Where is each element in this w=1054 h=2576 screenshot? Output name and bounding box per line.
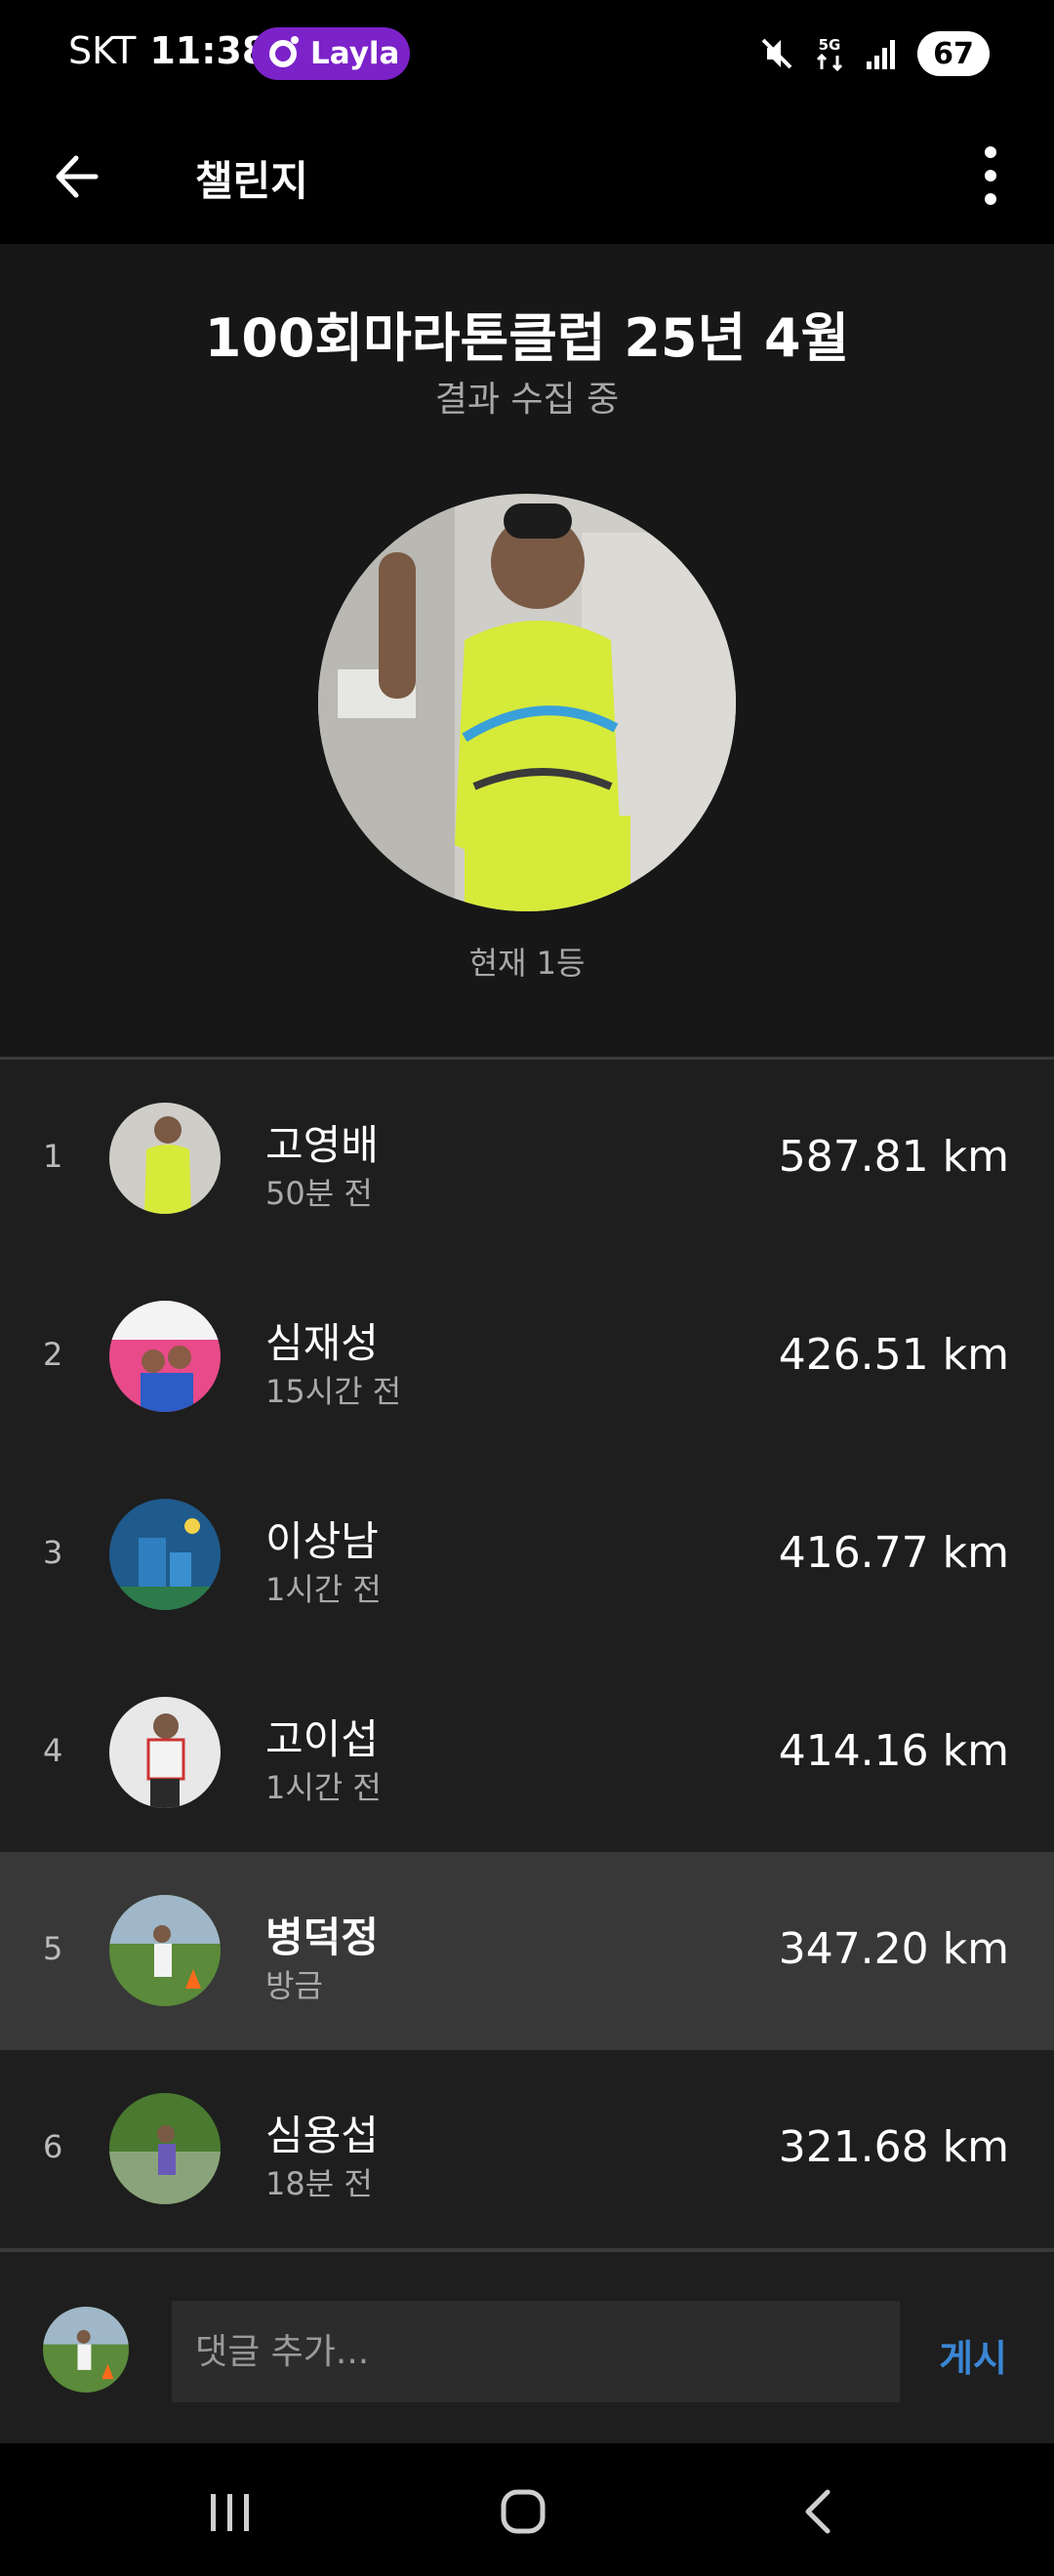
signal-icon <box>867 40 895 69</box>
avatar[interactable] <box>109 1103 221 1214</box>
more-vert-icon[interactable] <box>956 137 1025 215</box>
runner-name: 고영배 <box>265 1121 379 1169</box>
last-updated: 15시간 전 <box>265 1373 402 1410</box>
current-rank: 현재 1등 <box>468 945 586 982</box>
rank-number: 6 <box>43 2128 63 2165</box>
distance-value: 416.77 km <box>778 1528 1009 1578</box>
leaderboard-row[interactable]: 6 심용섭 18분 전 321.68 km <box>0 2050 1054 2248</box>
home-icon[interactable] <box>484 2482 562 2541</box>
challenge-status: 결과 수집 중 <box>434 380 620 420</box>
rank-number: 5 <box>43 1930 63 1967</box>
page-title: 챌린지 <box>195 157 308 205</box>
active-app-pill[interactable]: Layla <box>252 27 410 80</box>
comment-bar: 게시 <box>0 2252 1054 2443</box>
avatar[interactable] <box>109 1301 221 1412</box>
leaderboard-row[interactable]: 4 고이섭 1시간 전 414.16 km <box>0 1654 1054 1852</box>
last-updated: 1시간 전 <box>265 1571 382 1608</box>
distance-value: 587.81 km <box>778 1132 1009 1182</box>
leaderboard-row[interactable]: 3 이상남 1시간 전 416.77 km <box>0 1456 1054 1654</box>
distance-value: 321.68 km <box>778 2122 1009 2172</box>
avatar[interactable] <box>109 1697 221 1808</box>
5g-icon: 5G <box>816 36 843 72</box>
leaderboard-row[interactable]: 2 심재성 15시간 전 426.51 km <box>0 1258 1054 1456</box>
last-updated: 1시간 전 <box>265 1769 382 1806</box>
distance-value: 347.20 km <box>778 1924 1009 1974</box>
challenge-header: 100회마라톤클럽 25년 4월 결과 수집 중 현재 1등 <box>0 244 1054 1058</box>
app-bar: 챌린지 <box>0 107 1054 244</box>
status-time: 11:38 <box>149 29 268 72</box>
nav-back-icon[interactable] <box>781 2482 859 2541</box>
carrier-text: SKT <box>68 29 137 72</box>
system-nav-bar <box>0 2443 1054 2576</box>
svg-text:5G: 5G <box>819 36 841 54</box>
active-app-label: Layla <box>310 36 400 71</box>
runner-name: 이상남 <box>265 1517 379 1565</box>
leaderboard-row[interactable]: 1 고영배 50분 전 587.81 km <box>0 1060 1054 1258</box>
challenge-title: 100회마라톤클럽 25년 4월 <box>204 307 850 369</box>
recents-icon[interactable] <box>191 2482 269 2541</box>
rank-number: 4 <box>43 1732 63 1769</box>
battery-icon: 67 <box>917 31 990 76</box>
user-avatar <box>43 2307 129 2393</box>
music-note-icon <box>269 36 299 67</box>
runner-name: 심용섭 <box>265 2112 379 2159</box>
status-carrier: SKT 11:38 <box>68 29 267 72</box>
runner-name: 고이섭 <box>265 1715 379 1763</box>
last-updated: 방금 <box>265 1967 323 2004</box>
leaderboard-row-current-user[interactable]: 5 병덕정 방금 347.20 km <box>0 1852 1054 2050</box>
last-updated: 18분 전 <box>265 2165 373 2202</box>
post-button[interactable]: 게시 <box>939 2328 1007 2382</box>
status-icons: 5G 67 <box>759 31 990 76</box>
status-bar: SKT 11:38 Layla 5G 67 <box>0 0 1054 107</box>
avatar[interactable] <box>109 1499 221 1610</box>
runner-name: 심재성 <box>265 1319 379 1367</box>
rank-number: 1 <box>43 1138 63 1175</box>
leaderboard-list: 1 고영배 50분 전 587.81 km 2 심재성 15시간 전 426.5… <box>0 1060 1054 2248</box>
runner-name: 병덕정 <box>265 1913 379 1961</box>
battery-level: 67 <box>933 36 974 71</box>
distance-value: 426.51 km <box>778 1330 1009 1380</box>
rank-number: 3 <box>43 1534 63 1571</box>
avatar[interactable] <box>109 1895 221 2006</box>
last-updated: 50분 전 <box>265 1175 373 1212</box>
leader-avatar[interactable] <box>318 494 736 911</box>
avatar[interactable] <box>109 2093 221 2204</box>
back-arrow-icon[interactable] <box>45 142 113 211</box>
rank-number: 2 <box>43 1336 63 1373</box>
mute-icon <box>761 38 792 69</box>
comment-input[interactable] <box>172 2301 900 2402</box>
distance-value: 414.16 km <box>778 1726 1009 1776</box>
